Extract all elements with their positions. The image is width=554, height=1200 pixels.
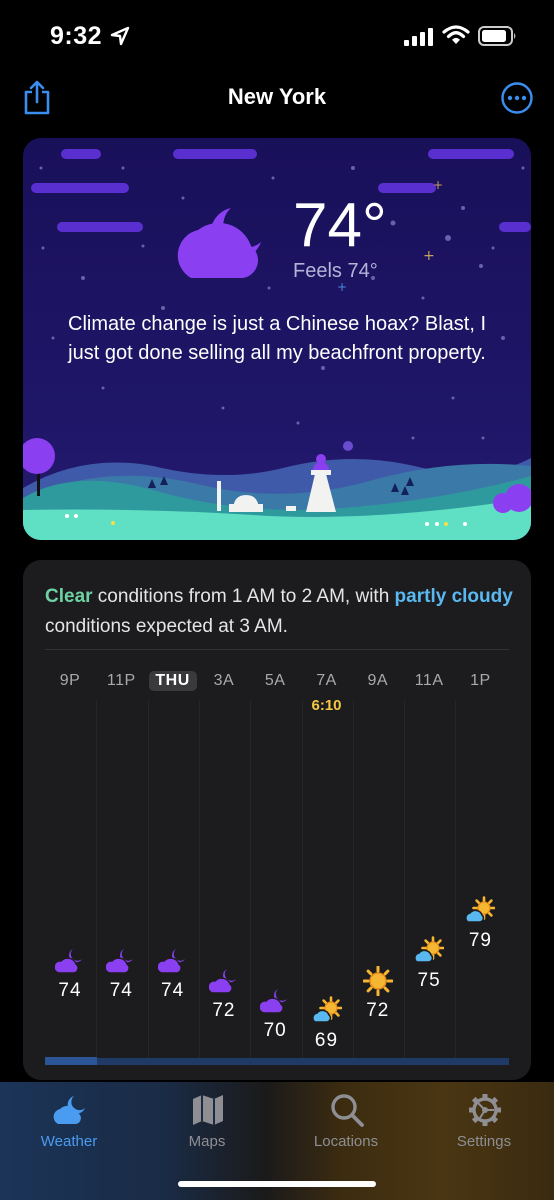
weather-icon xyxy=(53,1096,85,1124)
hour-gridline xyxy=(147,700,149,1060)
hour-label: 9P xyxy=(59,672,81,689)
hour-temperature: 70 xyxy=(263,1020,287,1041)
precipitation-bar-highlight xyxy=(45,1057,97,1065)
tab-settings[interactable]: Settings xyxy=(415,1082,553,1162)
partly-cloudy-night-icon xyxy=(260,989,288,1014)
city-title: New York xyxy=(227,84,327,109)
partly-cloudy-day-icon xyxy=(311,996,342,1023)
hour-temperature: 75 xyxy=(417,970,441,991)
search-icon xyxy=(331,1094,364,1127)
hour-label: 11P xyxy=(106,672,136,689)
sunrise-time: 6:10 xyxy=(311,697,342,714)
hour-gridline xyxy=(455,700,457,1060)
partly-cloudy-night-icon xyxy=(55,949,82,974)
status-time: 9:32 xyxy=(50,22,103,50)
hour-temperature: 72 xyxy=(366,1000,390,1021)
hour-temperature: 69 xyxy=(314,1030,339,1051)
tab-label-locations: Locations xyxy=(313,1133,379,1150)
hour-label: 3A xyxy=(213,672,235,689)
tab-weather[interactable]: Weather xyxy=(0,1082,138,1162)
hour-temperature: 74 xyxy=(58,980,82,1001)
partly-cloudy-day-icon xyxy=(465,896,496,923)
hour-gridline xyxy=(404,700,406,1060)
divider xyxy=(45,649,509,650)
hour-label: 5A xyxy=(264,672,286,689)
hour-gridline xyxy=(250,700,252,1060)
partly-cloudy-night-icon xyxy=(157,949,185,974)
hour-temperature: 79 xyxy=(468,930,492,951)
forecast-summary: Clear conditions from 1 AM to 2 AM, with… xyxy=(45,582,515,642)
tab-label-weather: Weather xyxy=(40,1133,98,1150)
hour-temperature: 74 xyxy=(109,980,133,1001)
hour-label: 7A xyxy=(316,672,337,689)
hour-gridline xyxy=(96,700,98,1060)
hour-temperature: 72 xyxy=(212,1000,236,1021)
svg-text:+: + xyxy=(433,178,443,192)
more-icon[interactable] xyxy=(500,81,534,115)
gear-icon xyxy=(469,1094,501,1126)
tab-locations[interactable]: Locations xyxy=(277,1082,415,1162)
hourly-forecast-card[interactable]: Clear conditions from 1 AM to 2 AM, with… xyxy=(23,560,531,1080)
precipitation-bar xyxy=(45,1058,509,1065)
hour-label: 9A xyxy=(367,672,389,689)
tab-maps[interactable]: Maps xyxy=(138,1082,276,1162)
location-arrow-icon xyxy=(110,26,130,46)
summary-condition-clear: Clear xyxy=(45,586,93,607)
status-bar: 9:32 xyxy=(0,0,554,70)
current-weather-card: + + + 74° Feels 74° Climate change is ju… xyxy=(23,138,531,540)
wifi-icon xyxy=(442,25,470,44)
feels-like-temperature: Feels 74° xyxy=(293,260,378,282)
weather-quote: Climate change is just a Chinese hoax? B… xyxy=(68,313,486,364)
partly-cloudy-night-icon xyxy=(208,969,236,994)
sunny-icon xyxy=(362,966,393,996)
map-icon xyxy=(193,1095,223,1125)
svg-text:+: + xyxy=(423,248,435,264)
hour-gridline xyxy=(301,700,303,1060)
summary-text-1: conditions from 1 AM to 2 AM, with xyxy=(92,586,395,607)
summary-condition-partly-cloudy: partly cloudy xyxy=(394,586,513,607)
tab-label-settings: Settings xyxy=(456,1133,512,1150)
nav-bar: New York xyxy=(0,72,554,122)
hour-temperature: 74 xyxy=(161,980,185,1001)
home-indicator xyxy=(178,1181,376,1187)
partly-cloudy-night-icon xyxy=(106,949,134,974)
partly-cloudy-night-icon xyxy=(177,208,261,278)
summary-text-2: conditions expected at 3 AM. xyxy=(45,616,288,637)
hour-label: 11A xyxy=(414,672,444,689)
tab-label-maps: Maps xyxy=(188,1133,226,1150)
battery-icon xyxy=(478,26,516,46)
hour-label: THU xyxy=(148,671,197,691)
hour-label: 1P xyxy=(470,672,491,689)
partly-cloudy-day-icon xyxy=(414,936,445,963)
current-temperature: 74° xyxy=(293,191,387,260)
cellular-signal-icon xyxy=(404,28,433,46)
